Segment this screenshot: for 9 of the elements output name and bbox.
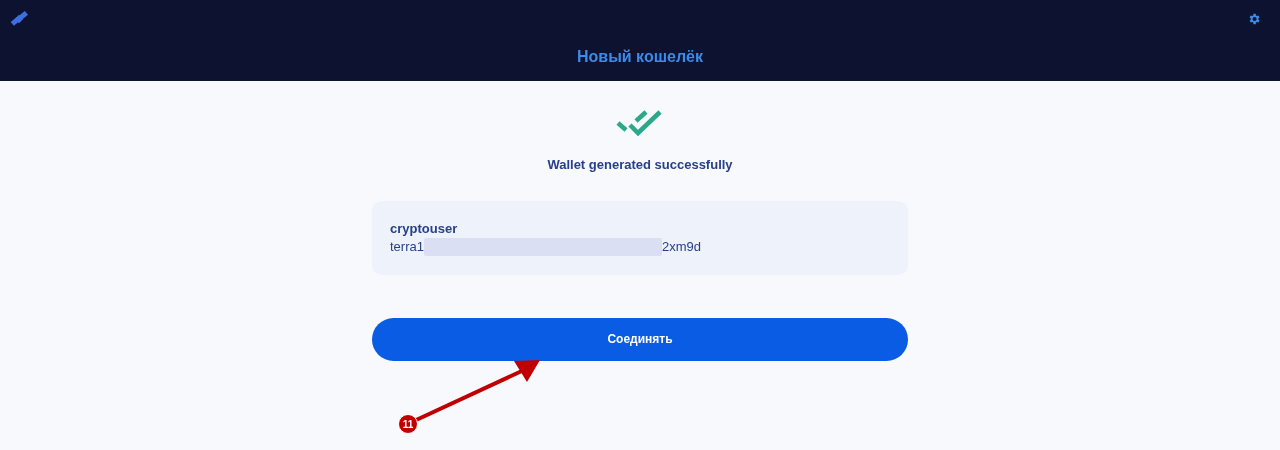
step-badge: 11 <box>398 414 418 434</box>
wallet-name: cryptouser <box>390 219 459 238</box>
address-end: 2xm9d <box>661 237 701 256</box>
double-check-icon <box>616 109 664 139</box>
status-message: Wallet generated successfully <box>547 156 733 174</box>
settings-icon[interactable] <box>1247 12 1261 26</box>
page-title: Новый кошелёк <box>577 47 703 67</box>
address-start: terra1 <box>390 237 424 256</box>
connect-button[interactable]: Соединять <box>372 317 908 361</box>
